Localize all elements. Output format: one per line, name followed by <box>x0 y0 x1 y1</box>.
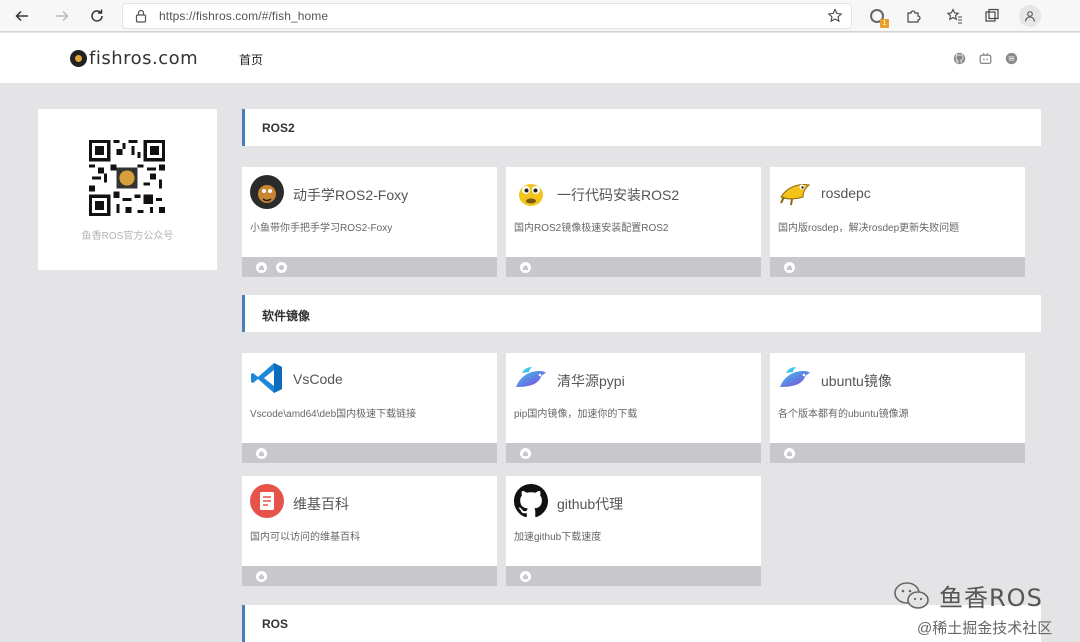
logo-text: fishros.com <box>89 48 199 69</box>
extension-icon[interactable]: 1 <box>867 6 889 28</box>
reload-button[interactable] <box>86 5 108 27</box>
card-title: 维基百科 <box>293 496 349 512</box>
forward-arrow-icon <box>56 10 69 22</box>
card-title: 动手学ROS2-Foxy <box>293 187 409 203</box>
browser-toolbar: https://fishros.com/#/fish_home 1 <box>0 0 1080 32</box>
card-tsinghua-pypi[interactable]: 清华源pypi pip国内镜像，加速你的下载 <box>506 353 761 463</box>
card-title: VsCode <box>293 371 343 387</box>
card-description: 国内版rosdep，解决rosdep更新失败问题 <box>778 223 960 234</box>
bilibili-icon[interactable] <box>979 52 992 65</box>
home-link-icon[interactable] <box>256 261 267 273</box>
card-vscode[interactable]: VsCode Vscode\amd64\deb国内极速下载链接 <box>242 353 497 463</box>
card-description: 加速github下载速度 <box>514 532 602 543</box>
qr-caption: 鱼香ROS官方公众号 <box>81 231 174 242</box>
menu-icon[interactable] <box>1005 52 1018 65</box>
header-icon-group <box>953 52 1018 65</box>
qr-code-image <box>89 140 165 216</box>
card-ros2-install[interactable]: 一行代码安装ROS2 国内ROS2镜像极速安装配置ROS2 <box>506 167 761 277</box>
card-footer <box>770 257 1025 277</box>
card-description: 国内ROS2镜像极速安装配置ROS2 <box>514 223 669 234</box>
url-text: https://fishros.com/#/fish_home <box>159 9 329 23</box>
home-link-icon[interactable] <box>256 570 267 582</box>
ros-turtle-icon <box>778 175 812 209</box>
card-footer <box>242 443 497 463</box>
back-arrow-icon <box>15 10 28 22</box>
vscode-icon <box>250 361 284 395</box>
card-title: ubuntu镜像 <box>821 373 892 389</box>
home-link-icon[interactable] <box>520 570 531 582</box>
card-rosdepc[interactable]: rosdepc 国内版rosdep，解决rosdep更新失败问题 <box>770 167 1025 277</box>
qr-code-card: 鱼香ROS官方公众号 <box>38 109 217 270</box>
card-description: 国内可以访问的维基百科 <box>250 532 360 543</box>
section-title: ROS2 <box>262 121 295 135</box>
github-icon <box>514 484 548 518</box>
card-footer <box>242 566 497 586</box>
favorite-star-icon[interactable] <box>827 8 843 29</box>
card-description: pip国内镜像，加速你的下载 <box>514 409 638 420</box>
site-header: fishros.com 首页 <box>0 33 1080 84</box>
wechat-icon <box>894 581 929 609</box>
card-footer <box>506 566 761 586</box>
watermark-brand: 鱼香ROS <box>939 584 1043 612</box>
section-title: 软件镜像 <box>262 309 311 323</box>
extension-badge: 1 <box>880 19 889 28</box>
home-link-icon[interactable] <box>784 447 795 459</box>
card-footer <box>506 443 761 463</box>
address-bar[interactable]: https://fishros.com/#/fish_home <box>122 3 852 29</box>
lock-icon[interactable] <box>135 9 147 28</box>
card-wikipedia[interactable]: 维基百科 国内可以访问的维基百科 <box>242 476 497 586</box>
logo-mark-icon <box>70 50 87 67</box>
fish-icon <box>778 361 812 395</box>
card-title: github代理 <box>557 496 624 512</box>
collections-icon[interactable] <box>982 6 1002 26</box>
wiki-icon <box>250 484 284 518</box>
favorites-icon[interactable] <box>945 6 965 26</box>
card-description: 小鱼带你手把手学习ROS2-Foxy <box>250 223 393 234</box>
puzzle-extensions-icon[interactable] <box>903 6 923 26</box>
section-ros2: ROS2 <box>242 109 1041 146</box>
github-icon[interactable] <box>953 52 966 65</box>
card-title: 一行代码安装ROS2 <box>557 187 680 203</box>
card-footer <box>242 257 497 277</box>
card-footer <box>770 443 1025 463</box>
card-title: 清华源pypi <box>557 373 625 389</box>
home-link-icon[interactable] <box>784 261 795 273</box>
turtle-icon <box>514 175 548 209</box>
forward-button[interactable] <box>51 5 73 27</box>
card-footer <box>506 257 761 277</box>
home-link-icon[interactable] <box>520 447 531 459</box>
home-link-icon[interactable] <box>256 447 267 459</box>
nav-home-link[interactable]: 首页 <box>239 51 263 68</box>
profile-avatar-icon[interactable] <box>1019 5 1041 27</box>
reload-icon <box>91 9 103 22</box>
back-button[interactable] <box>11 5 33 27</box>
card-description: 各个版本都有的ubuntu镜像源 <box>778 409 909 420</box>
home-link-icon[interactable] <box>520 261 531 273</box>
site-logo[interactable]: fishros.com <box>70 48 198 69</box>
github-link-icon[interactable] <box>276 261 287 273</box>
card-title: rosdepc <box>821 185 871 201</box>
avatar-icon <box>250 175 284 209</box>
watermark-community: @稀土掘金技术社区 <box>917 620 1053 637</box>
section-software-mirrors: 软件镜像 <box>242 295 1041 332</box>
fish-icon <box>514 361 548 395</box>
section-title: ROS <box>262 617 289 631</box>
card-github-proxy[interactable]: github代理 加速github下载速度 <box>506 476 761 586</box>
card-ubuntu-mirror[interactable]: ubuntu镜像 各个版本都有的ubuntu镜像源 <box>770 353 1025 463</box>
card-description: Vscode\amd64\deb国内极速下载链接 <box>250 409 417 420</box>
card-ros2-foxy[interactable]: 动手学ROS2-Foxy 小鱼带你手把手学习ROS2-Foxy <box>242 167 497 277</box>
wechat-watermark: 鱼香ROS <box>893 578 1043 613</box>
